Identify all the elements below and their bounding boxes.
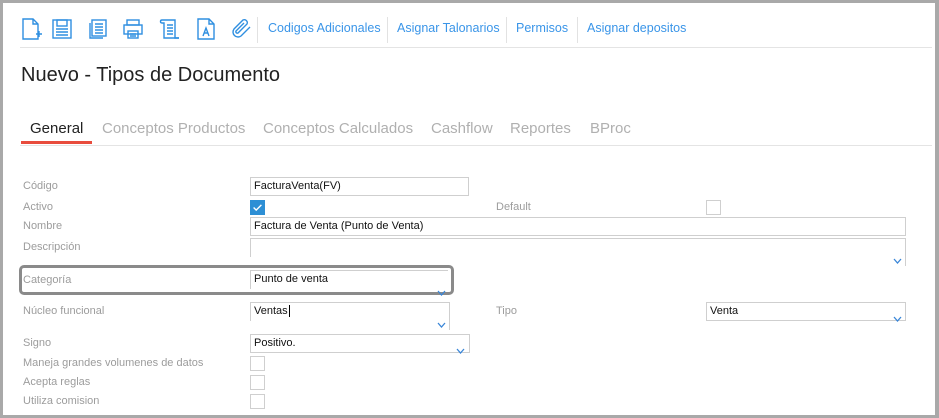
- nucleo-label: Núcleo funcional: [23, 305, 105, 317]
- acepta-checkbox[interactable]: [250, 375, 265, 390]
- save-icon[interactable]: [50, 17, 74, 41]
- tab-reportes[interactable]: Reportes: [510, 120, 571, 137]
- asignar-talonarios-link[interactable]: Asignar Talonarios: [397, 21, 500, 35]
- maneja-checkbox[interactable]: [250, 356, 265, 371]
- page-title: Nuevo - Tipos de Documento: [21, 64, 281, 86]
- toolbar-separator: [257, 17, 258, 43]
- maneja-label: Maneja grandes volumenes de datos: [23, 357, 204, 369]
- tipo-select[interactable]: Venta: [706, 302, 906, 321]
- tab-conceptos-calculados[interactable]: Conceptos Calculados: [263, 120, 413, 137]
- descripcion-border: [905, 238, 906, 266]
- nombre-input[interactable]: Factura de Venta (Punto de Venta): [250, 217, 906, 236]
- permisos-link[interactable]: Permisos: [516, 21, 568, 35]
- tabs-divider: [20, 145, 932, 146]
- descripcion-input[interactable]: [250, 238, 906, 257]
- new-document-icon[interactable]: [20, 17, 44, 41]
- activo-checkbox[interactable]: [250, 200, 265, 215]
- window-frame: [0, 0, 939, 418]
- chevron-down-icon[interactable]: [893, 251, 902, 264]
- chevron-down-icon[interactable]: [456, 341, 465, 354]
- descripcion-label: Descripción: [23, 241, 81, 253]
- toolbar-separator: [387, 17, 388, 43]
- text-cursor: ​: [288, 305, 290, 317]
- chevron-down-icon[interactable]: [437, 283, 446, 296]
- default-checkbox[interactable]: [706, 200, 721, 215]
- toolbar-divider: [20, 47, 932, 48]
- tab-bproc[interactable]: BProc: [590, 120, 631, 137]
- tipo-label: Tipo: [496, 305, 517, 317]
- categoria-label: Categoría: [23, 274, 72, 286]
- codigo-label: Código: [23, 180, 58, 192]
- toolbar-separator: [577, 17, 578, 43]
- attachment-icon[interactable]: [230, 17, 254, 41]
- chevron-down-icon[interactable]: [437, 315, 446, 328]
- activo-label: Activo: [23, 201, 53, 213]
- scroll-report-icon[interactable]: [158, 17, 182, 41]
- utiliza-label: Utiliza comision: [23, 395, 100, 407]
- chevron-down-icon[interactable]: [893, 309, 902, 322]
- tab-cashflow[interactable]: Cashflow: [431, 120, 493, 137]
- codigos-adicionales-link[interactable]: Codigos Adicionales: [268, 21, 381, 35]
- signo-label: Signo: [23, 337, 52, 349]
- acepta-label: Acepta reglas: [23, 376, 91, 388]
- signo-select[interactable]: Positivo.: [250, 334, 470, 353]
- utiliza-checkbox[interactable]: [250, 394, 265, 409]
- tab-general[interactable]: General: [30, 120, 83, 137]
- default-label: Default: [496, 201, 531, 213]
- toolbar-separator: [506, 17, 507, 43]
- nucleo-select[interactable]: Ventas​: [250, 302, 449, 321]
- codigo-input[interactable]: FacturaVenta(FV): [250, 177, 469, 196]
- nombre-label: Nombre: [23, 220, 63, 232]
- tab-conceptos-productos[interactable]: Conceptos Productos: [102, 120, 245, 137]
- text-document-icon[interactable]: [194, 17, 218, 41]
- print-icon[interactable]: [121, 17, 145, 41]
- nucleo-border: [449, 302, 450, 330]
- copy-icon[interactable]: [86, 17, 110, 41]
- nucleo-value: Ventas: [254, 305, 288, 317]
- categoria-select[interactable]: Punto de venta: [250, 270, 448, 289]
- asignar-depositos-link[interactable]: Asignar depositos: [587, 21, 686, 35]
- active-tab-indicator: [21, 141, 92, 144]
